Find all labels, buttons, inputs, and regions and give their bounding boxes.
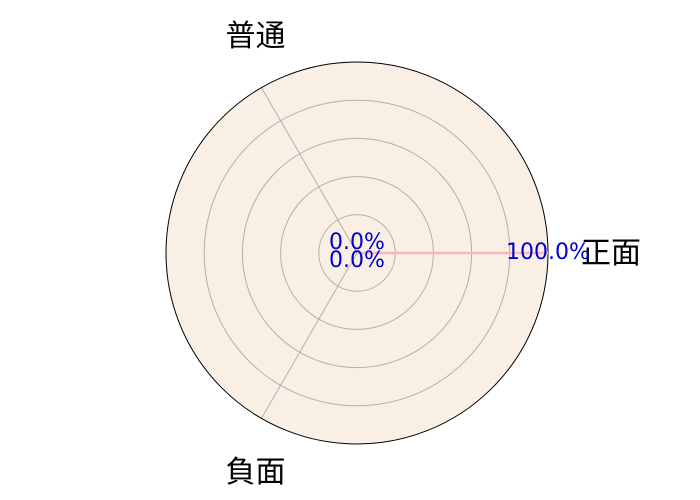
category-label-1: 普通 <box>226 19 286 54</box>
radar-chart: 正面 普通 負面 100.0% 0.0% 0.0% <box>0 0 700 500</box>
category-label-0: 正面 <box>581 236 641 271</box>
value-label-0: 100.0% <box>506 240 590 265</box>
category-label-2: 負面 <box>226 455 286 490</box>
value-label-2: 0.0% <box>329 248 385 273</box>
radar-chart-svg: 正面普通負面100.0%0.0%0.0% <box>165 19 641 490</box>
